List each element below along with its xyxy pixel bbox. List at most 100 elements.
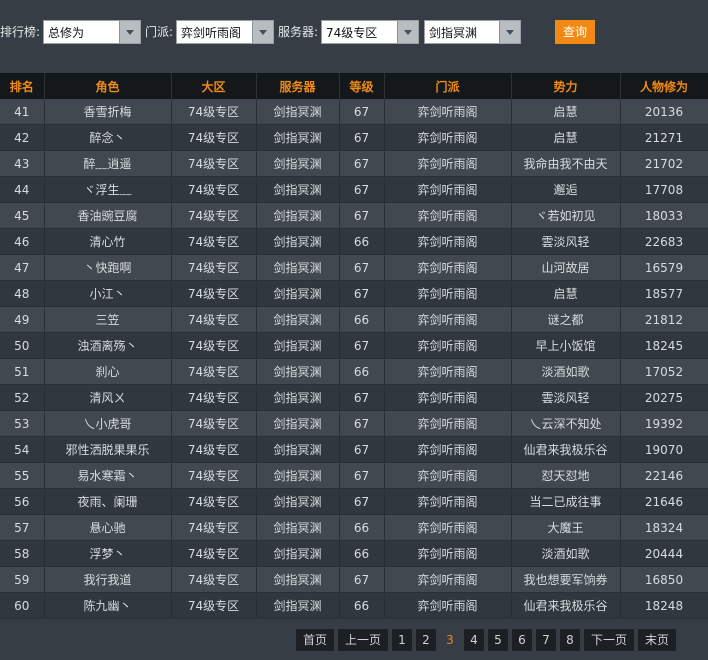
role-cell[interactable]: 小江丶 <box>44 280 172 307</box>
table-row: 59 我行我道 74级专区 剑指冥渊 67 弈剑听雨阁 我也想要军饷券 16850 <box>0 566 708 593</box>
rank-cell: 57 <box>0 514 45 541</box>
cultivation-cell: 18245 <box>620 332 708 359</box>
role-cell[interactable]: 邪性洒脱果果乐 <box>44 436 172 463</box>
page-button[interactable]: 8 <box>560 629 580 651</box>
chevron-down-icon[interactable] <box>119 21 140 43</box>
school-cell: 弈剑听雨阁 <box>384 254 512 281</box>
role-cell[interactable]: 我行我道 <box>44 566 172 593</box>
table-row: 53 乀小虎哥 74级专区 剑指冥渊 67 弈剑听雨阁 乀云深不知处 19392 <box>0 410 708 437</box>
current-page-indicator[interactable]: 3 <box>440 629 460 651</box>
faction-cell: 雲淡风轻 <box>511 384 621 411</box>
chevron-down-icon[interactable] <box>252 21 273 43</box>
rank-cell: 47 <box>0 254 45 281</box>
page-button[interactable]: 2 <box>416 629 436 651</box>
chevron-down-icon[interactable] <box>397 21 418 43</box>
table-row: 57 悬心驰 74级专区 剑指冥渊 66 弈剑听雨阁 大魔王 18324 <box>0 514 708 541</box>
level-cell: 66 <box>339 358 385 385</box>
page-button[interactable]: 7 <box>536 629 556 651</box>
cultivation-cell: 18248 <box>620 592 708 619</box>
role-cell[interactable]: ヾ浮生﹏ <box>44 176 172 203</box>
server-cell: 剑指冥渊 <box>256 306 340 333</box>
level-cell: 67 <box>339 488 385 515</box>
school-cell: 弈剑听雨阁 <box>384 566 512 593</box>
faction-cell: 启慧 <box>511 280 621 307</box>
faction-cell: 山河故居 <box>511 254 621 281</box>
role-cell[interactable]: 丶快跑啊 <box>44 254 172 281</box>
region-cell: 74级专区 <box>171 514 257 541</box>
cultivation-cell: 21646 <box>620 488 708 515</box>
region-cell: 74级专区 <box>171 358 257 385</box>
level-cell: 67 <box>339 176 385 203</box>
table-row: 46 清心竹 74级专区 剑指冥渊 66 弈剑听雨阁 雲淡风轻 22683 <box>0 228 708 255</box>
region-cell: 74级专区 <box>171 306 257 333</box>
role-cell[interactable]: 易水寒霜丶 <box>44 462 172 489</box>
level-cell: 67 <box>339 566 385 593</box>
school-select[interactable]: 弈剑听雨阁 <box>176 20 274 44</box>
role-cell[interactable]: 香雪折梅 <box>44 99 172 125</box>
table-row: 43 醉﹏逍遥 74级专区 剑指冥渊 67 弈剑听雨阁 我命由我不由天 21702 <box>0 150 708 177</box>
faction-cell: 启慧 <box>511 99 621 125</box>
role-cell[interactable]: 刹心 <box>44 358 172 385</box>
role-cell[interactable]: 夜雨、阑珊 <box>44 488 172 515</box>
role-cell[interactable]: 浮梦丶 <box>44 540 172 567</box>
rank-cell: 41 <box>0 99 45 125</box>
faction-cell: 谜之都 <box>511 306 621 333</box>
rank-cell: 56 <box>0 488 45 515</box>
page-button[interactable]: 6 <box>512 629 532 651</box>
rank-select[interactable]: 总修为 <box>43 20 141 44</box>
faction-cell: 我命由我不由天 <box>511 150 621 177</box>
school-cell: 弈剑听雨阁 <box>384 592 512 619</box>
faction-cell: 早上小饭馆 <box>511 332 621 359</box>
level-cell: 66 <box>339 592 385 619</box>
prev-page-button[interactable]: 上一页 <box>338 629 388 651</box>
page-button[interactable]: 4 <box>464 629 484 651</box>
faction-cell: 乀云深不知处 <box>511 410 621 437</box>
region-cell: 74级专区 <box>171 176 257 203</box>
rank-cell: 59 <box>0 566 45 593</box>
level-cell: 67 <box>339 384 385 411</box>
next-page-button[interactable]: 下一页 <box>584 629 634 651</box>
chevron-down-icon[interactable] <box>499 21 520 43</box>
page-button[interactable]: 5 <box>488 629 508 651</box>
subserver-select[interactable]: 剑指冥渊 <box>424 20 521 44</box>
table-row: 55 易水寒霜丶 74级专区 剑指冥渊 67 弈剑听雨阁 怼天怼地 22146 <box>0 462 708 489</box>
role-cell[interactable]: 香油豌豆腐 <box>44 202 172 229</box>
role-cell[interactable]: 醉念丶 <box>44 124 172 151</box>
rank-cell: 53 <box>0 410 45 437</box>
role-cell[interactable]: 悬心驰 <box>44 514 172 541</box>
rank-cell: 50 <box>0 332 45 359</box>
cultivation-cell: 22683 <box>620 228 708 255</box>
faction-cell: 雲淡风轻 <box>511 228 621 255</box>
region-cell: 74级专区 <box>171 488 257 515</box>
role-cell[interactable]: 浊酒离殇丶 <box>44 332 172 359</box>
table-row: 54 邪性洒脱果果乐 74级专区 剑指冥渊 67 弈剑听雨阁 仙君来我极乐谷 19070 <box>0 436 708 463</box>
role-cell[interactable]: 清风ㄨ <box>44 384 172 411</box>
school-cell: 弈剑听雨阁 <box>384 358 512 385</box>
cultivation-cell: 21271 <box>620 124 708 151</box>
region-cell: 74级专区 <box>171 462 257 489</box>
last-page-button[interactable]: 末页 <box>638 629 676 651</box>
role-cell[interactable]: 三笠 <box>44 306 172 333</box>
faction-cell: ヾ若如初见 <box>511 202 621 229</box>
school-cell: 弈剑听雨阁 <box>384 280 512 307</box>
query-button[interactable]: 查询 <box>555 20 595 44</box>
school-cell: 弈剑听雨阁 <box>384 202 512 229</box>
rank-cell: 60 <box>0 592 45 619</box>
cultivation-cell: 20444 <box>620 540 708 567</box>
region-cell: 74级专区 <box>171 150 257 177</box>
role-cell[interactable]: 陈九幽丶 <box>44 592 172 619</box>
role-cell[interactable]: 清心竹 <box>44 228 172 255</box>
first-page-button[interactable]: 首页 <box>296 629 334 651</box>
school-cell: 弈剑听雨阁 <box>384 384 512 411</box>
role-cell[interactable]: 乀小虎哥 <box>44 410 172 437</box>
server-select[interactable]: 74级专区 <box>321 20 419 44</box>
school-cell: 弈剑听雨阁 <box>384 488 512 515</box>
table-row: 42 醉念丶 74级专区 剑指冥渊 67 弈剑听雨阁 启慧 21271 <box>0 124 708 151</box>
page-button[interactable]: 1 <box>392 629 412 651</box>
cultivation-cell: 18324 <box>620 514 708 541</box>
role-cell[interactable]: 醉﹏逍遥 <box>44 150 172 177</box>
server-cell: 剑指冥渊 <box>256 488 340 515</box>
rank-cell: 51 <box>0 358 45 385</box>
server-cell: 剑指冥渊 <box>256 540 340 567</box>
region-cell: 74级专区 <box>171 540 257 567</box>
